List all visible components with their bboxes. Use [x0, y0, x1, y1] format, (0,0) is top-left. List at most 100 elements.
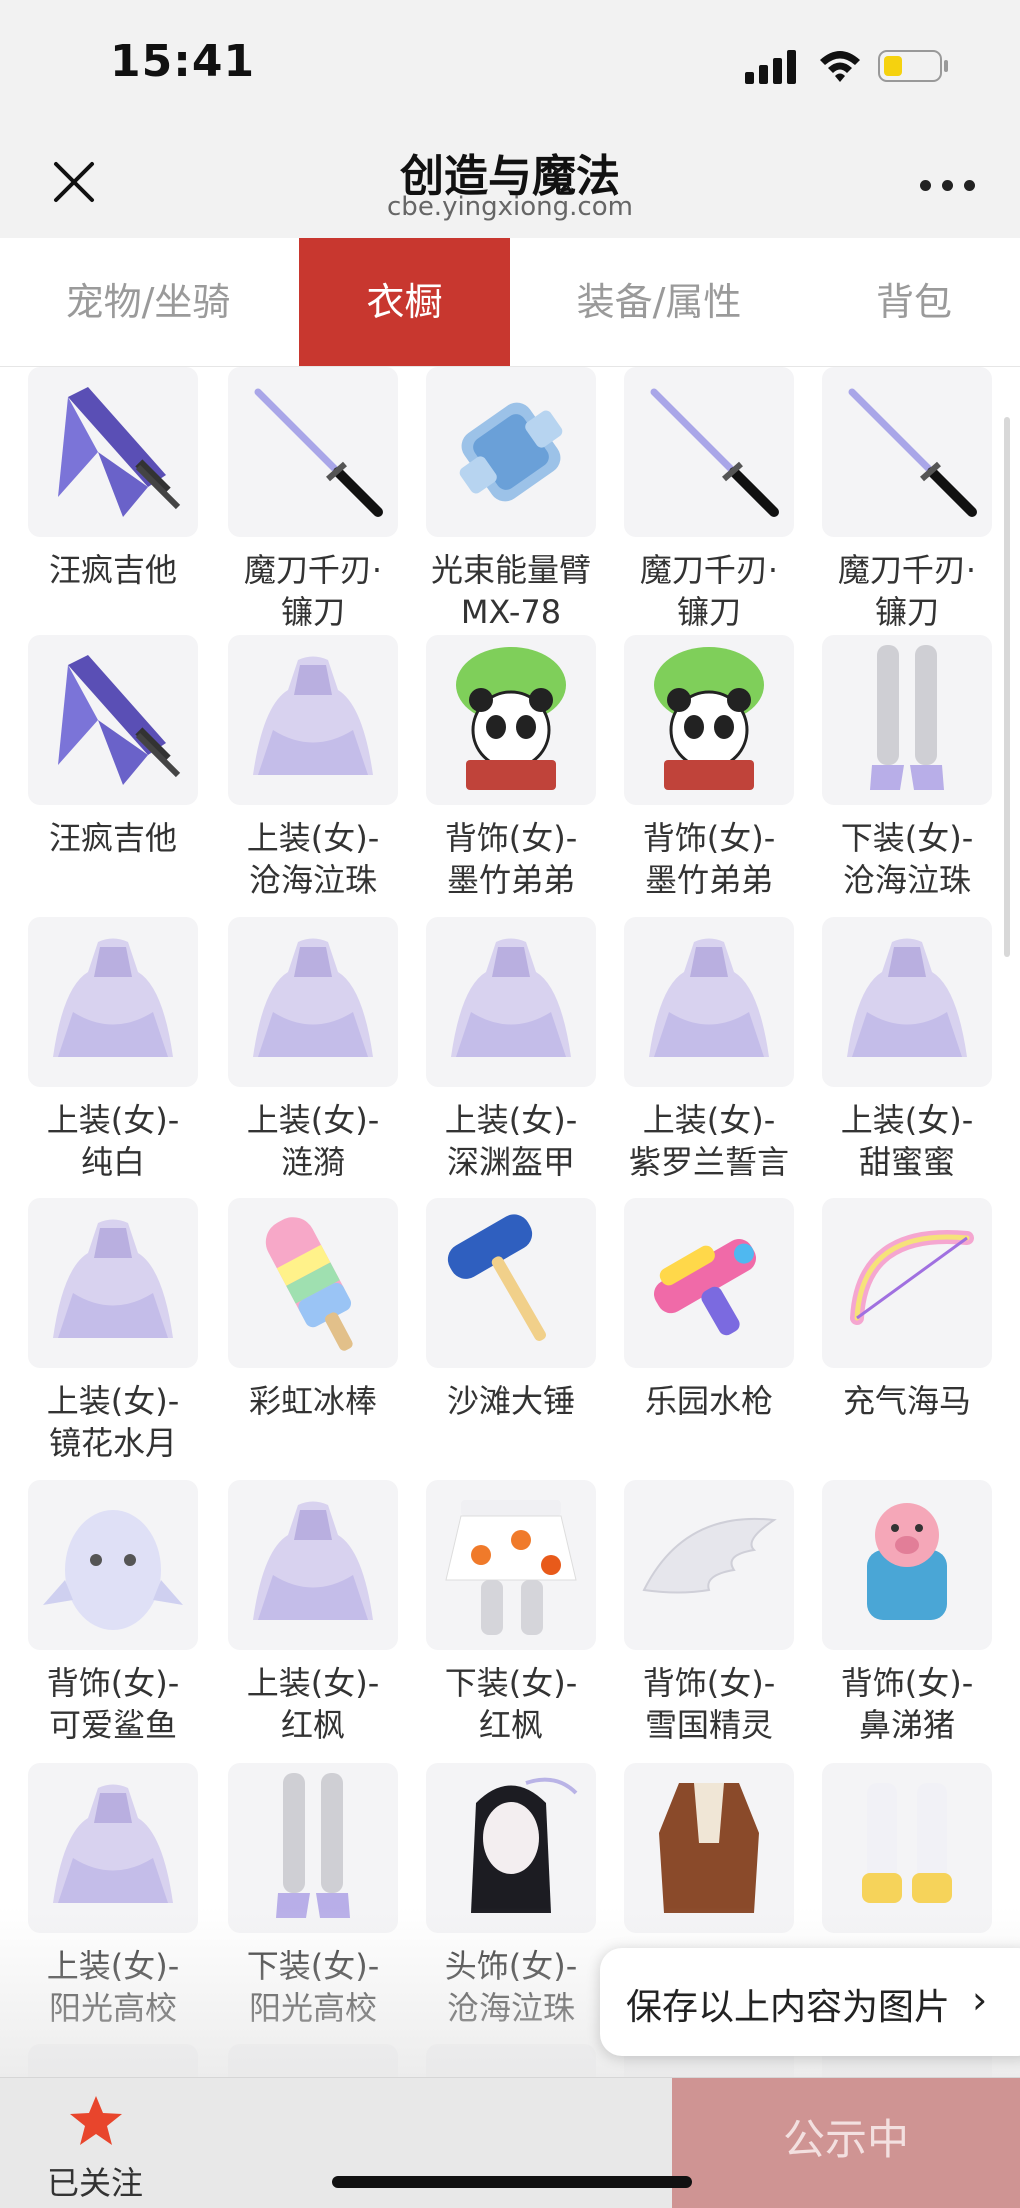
wardrobe-item[interactable]: 头饰(女)- 沧海泣珠 — [426, 1763, 624, 2035]
dress-icon — [822, 917, 992, 1087]
battery-icon — [878, 50, 948, 82]
wardrobe-item[interactable]: 上装(女)- 镜花水月 — [28, 1198, 226, 1470]
wardrobe-item[interactable]: 背饰(女)- 鼻涕猪 — [822, 1480, 1020, 1752]
pig-icon — [822, 1480, 992, 1650]
legs-icon — [822, 635, 992, 805]
boots-icon — [822, 1763, 992, 1933]
tab-backpack[interactable]: 背包 — [820, 238, 1008, 366]
tab-bar: 宠物/坐骑 衣橱 装备/属性 背包 — [0, 238, 1020, 367]
dress-icon — [228, 1480, 398, 1650]
hammer-icon — [426, 1198, 596, 1368]
katana-icon — [228, 367, 398, 537]
dress-icon — [28, 1198, 198, 1368]
wardrobe-item[interactable]: 汪疯吉他 — [28, 367, 226, 639]
wardrobe-item-label: 上装(女)- 甜蜜蜜 — [840, 1101, 974, 1181]
wardrobe-item[interactable]: 光束能量臂 MX-78 — [426, 367, 624, 639]
wardrobe-item-label: 魔刀千刃· 镰刀 — [243, 551, 383, 631]
wardrobe-item[interactable]: 下装(女)- 红枫 — [426, 1480, 624, 1752]
katana-icon — [624, 367, 794, 537]
follow-label: 已关注 — [46, 2164, 143, 2202]
panda-icon — [426, 635, 596, 805]
wardrobe-item-label: 沙滩大锤 — [446, 1382, 575, 1420]
wardrobe-item[interactable]: 乐园水枪 — [624, 1198, 822, 1470]
wardrobe-item[interactable]: 背饰(女)- 可爱鲨鱼 — [28, 1480, 226, 1752]
wardrobe-item[interactable]: 上装(女)- 甜蜜蜜 — [822, 917, 1020, 1189]
legs-icon — [228, 1763, 398, 1933]
star-icon — [70, 2096, 122, 2145]
dress-icon — [28, 1763, 198, 1933]
wardrobe-item-label: 上装(女)- 深渊盔甲 — [444, 1101, 578, 1181]
wardrobe-item-label: 光束能量臂 MX-78 — [430, 551, 591, 631]
wardrobe-item-label: 上装(女)- 镜花水月 — [46, 1382, 180, 1462]
wardrobe-item[interactable]: 下装(女)- 沧海泣珠 — [822, 635, 1020, 907]
save-as-image-label: 保存以上内容为图片 — [626, 1987, 951, 2028]
guitar-icon — [28, 367, 198, 537]
vest-icon — [624, 1763, 794, 1933]
wardrobe-item-label: 魔刀千刃· 镰刀 — [837, 551, 977, 631]
home-indicator — [332, 2176, 692, 2188]
wardrobe-item[interactable]: 魔刀千刃· 镰刀 — [228, 367, 426, 639]
wardrobe-item[interactable]: 彩虹冰棒 — [228, 1198, 426, 1470]
dress-icon — [624, 917, 794, 1087]
wardrobe-item-label: 汪疯吉他 — [48, 819, 177, 857]
wardrobe-item[interactable]: 背饰(女)- 墨竹弟弟 — [624, 635, 822, 907]
wardrobe-item[interactable]: 上装(女)- 涟漪 — [228, 917, 426, 1189]
popsicle-icon — [228, 1198, 398, 1368]
wardrobe-item[interactable]: 背饰(女)- 墨竹弟弟 — [426, 635, 624, 907]
wardrobe-item[interactable]: 魔刀千刃· 镰刀 — [624, 367, 822, 639]
signal-icon — [745, 50, 796, 84]
bow-icon — [822, 1198, 992, 1368]
wardrobe-item[interactable]: 上装(女)- 深渊盔甲 — [426, 917, 624, 1189]
follow-button[interactable]: 已关注 — [0, 2078, 190, 2208]
tab-wardrobe[interactable]: 衣橱 — [299, 238, 510, 366]
wardrobe-item-label: 魔刀千刃· 镰刀 — [639, 551, 779, 631]
more-icon[interactable] — [918, 170, 978, 200]
wardrobe-item-partial[interactable] — [228, 2044, 398, 2077]
wing-icon — [624, 1480, 794, 1650]
wardrobe-item[interactable]: 充气海马 — [822, 1198, 1020, 1470]
wardrobe-item[interactable]: 上装(女)- 纯白 — [28, 917, 226, 1189]
wardrobe-item-label: 背饰(女)- 墨竹弟弟 — [642, 819, 776, 899]
panda-icon — [624, 635, 794, 805]
wardrobe-item-label: 上装(女)- 红枫 — [246, 1664, 380, 1744]
dress-icon — [28, 917, 198, 1087]
wardrobe-item-label: 上装(女)- 涟漪 — [246, 1101, 380, 1181]
wardrobe-item-label: 背饰(女)- 鼻涕猪 — [840, 1664, 974, 1744]
wardrobe-item-label: 充气海马 — [842, 1382, 971, 1420]
page-url: cbe.yingxiong.com — [387, 192, 633, 222]
wardrobe-item-label: 汪疯吉他 — [48, 551, 177, 589]
status-bar: 15:41 — [0, 0, 1020, 130]
wardrobe-item-partial[interactable] — [28, 2044, 198, 2077]
status-time: 15:41 — [110, 36, 256, 87]
bottom-bar: 已关注 公示中 — [0, 2077, 1020, 2208]
wardrobe-item-label: 乐园水枪 — [644, 1382, 773, 1420]
wardrobe-grid: 汪疯吉他 魔刀千刃· 镰刀 光束能量臂 MX-78 魔刀千刃· 镰刀 魔刀千刃· 镰刀汪… — [0, 367, 1020, 2077]
wardrobe-item-label: 背饰(女)- 墨竹弟弟 — [444, 819, 578, 899]
wardrobe-item-label: 头饰(女)- 沧海泣珠 — [444, 1947, 578, 2027]
wardrobe-item-label: 下装(女)- 红枫 — [444, 1664, 578, 1744]
wardrobe-item[interactable]: 下装(女)- 阳光高校 — [228, 1763, 426, 2035]
skirt-icon — [426, 1480, 596, 1650]
wardrobe-item-label: 上装(女)- 沧海泣珠 — [246, 819, 380, 899]
wardrobe-item-label: 背饰(女)- 可爱鲨鱼 — [46, 1664, 180, 1744]
guitar-icon — [28, 635, 198, 805]
wardrobe-item[interactable]: 上装(女)- 紫罗兰誓言 — [624, 917, 822, 1189]
wardrobe-item-partial[interactable] — [426, 2044, 596, 2077]
wardrobe-item-label: 下装(女)- 阳光高校 — [246, 1947, 380, 2027]
wardrobe-item[interactable]: 背饰(女)- 雪国精灵 — [624, 1480, 822, 1752]
save-as-image-button[interactable]: 保存以上内容为图片 › — [600, 1948, 1020, 2056]
wardrobe-item[interactable]: 魔刀千刃· 镰刀 — [822, 367, 1020, 639]
wardrobe-item[interactable]: 沙滩大锤 — [426, 1198, 624, 1470]
wardrobe-item[interactable]: 上装(女)- 阳光高校 — [28, 1763, 226, 2035]
wifi-icon — [820, 51, 860, 82]
tab-equipment-attributes[interactable]: 装备/属性 — [530, 238, 788, 366]
dress-icon — [228, 917, 398, 1087]
chevron-right-icon: › — [972, 1978, 988, 2022]
public-notice-button[interactable]: 公示中 — [672, 2078, 1020, 2208]
energy-arm-icon — [426, 367, 596, 537]
wardrobe-item[interactable]: 上装(女)- 沧海泣珠 — [228, 635, 426, 907]
wardrobe-item[interactable]: 上装(女)- 红枫 — [228, 1480, 426, 1752]
tab-pets-mounts[interactable]: 宠物/坐骑 — [20, 238, 276, 366]
wardrobe-item[interactable]: 汪疯吉他 — [28, 635, 226, 907]
head-icon — [426, 1763, 596, 1933]
